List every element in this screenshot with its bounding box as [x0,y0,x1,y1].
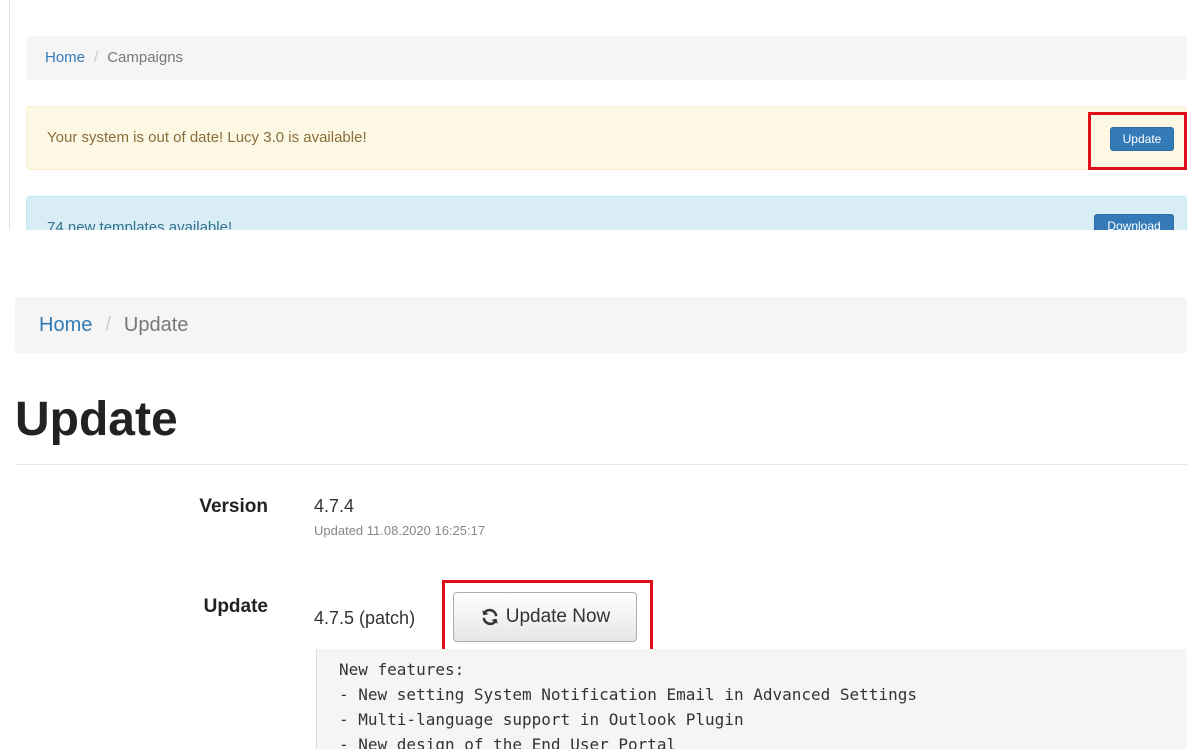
campaigns-screenshot: Home / Campaigns Your system is out of dat… [0,0,1187,230]
title-divider [15,464,1187,465]
templates-alert-text: 74 new templates available! [47,219,233,230]
available-update-version: 4.7.5 (patch) [314,608,416,628]
version-updated-timestamp: Updated 11.08.2020 16:25:17 [314,523,486,538]
changelog-line: - New setting System Notification Email … [339,685,917,704]
download-button[interactable]: Download [1094,214,1174,230]
changelog: New features: - New setting System Notifi… [316,649,1187,749]
breadcrumb: Home / Campaigns [26,36,1187,80]
changelog-line: - New design of the End User Portal [339,735,677,749]
update-label: Update [203,596,268,617]
breadcrumb-separator: / [105,314,111,336]
highlight-box [442,580,653,652]
breadcrumb-home-link[interactable]: Home [39,314,92,336]
changelog-line: - Multi-language support in Outlook Plug… [339,710,744,729]
breadcrumb-home-link[interactable]: Home [45,49,85,66]
highlight-box [1088,112,1187,170]
breadcrumb-current: Update [123,314,189,336]
update-page-screenshot: Home / Update Update Version 4.7.4 Updated… [0,290,1187,749]
breadcrumb-separator: / [94,49,99,66]
templates-available-alert: 74 new templates available! [26,196,1187,230]
version-label: Version [199,496,268,517]
changelog-line: New features: [339,660,465,679]
sidebar-divider [9,0,10,230]
update-available-alert: Your system is out of date! Lucy 3.0 is … [26,106,1187,170]
breadcrumb: Home / Update [15,297,1187,353]
page-title: Update [15,393,178,446]
version-value: 4.7.4 [314,496,355,516]
breadcrumb-current: Campaigns [107,49,184,66]
update-alert-text: Your system is out of date! Lucy 3.0 is … [47,129,367,146]
composite-screenshot: Home / Campaigns Your system is out of dat… [0,0,1187,749]
